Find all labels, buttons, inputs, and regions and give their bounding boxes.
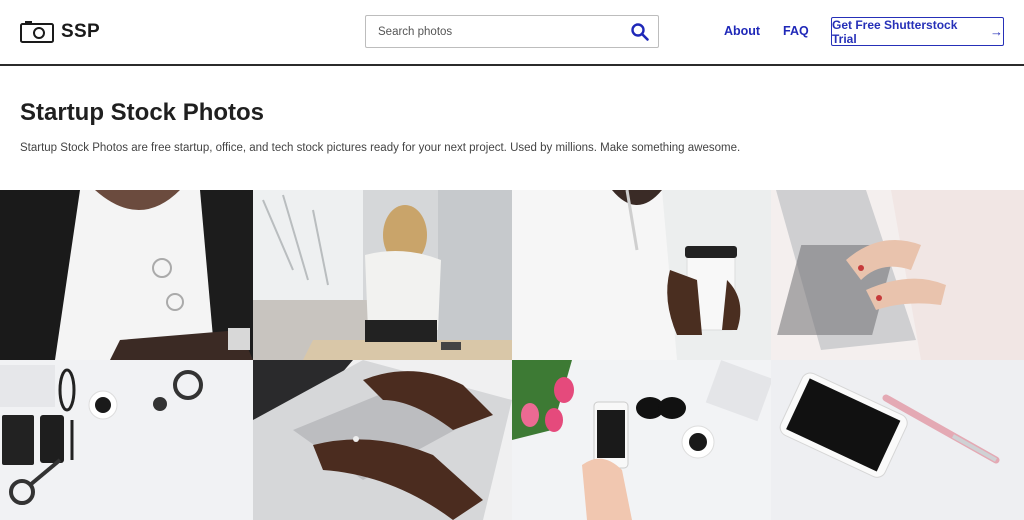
photo-laptop-typing[interactable] [771, 190, 1024, 360]
photo-desk-flatlay[interactable] [0, 360, 253, 520]
photo-phone-tulips[interactable] [512, 360, 771, 520]
photo-phone-pen[interactable] [771, 360, 1024, 520]
search-icon[interactable] [630, 22, 650, 42]
camera-icon [20, 21, 54, 43]
nav-about-link[interactable]: About [724, 24, 760, 38]
photo-woman-blazer[interactable] [0, 190, 253, 360]
logo-text: SSP [61, 20, 100, 42]
photo-grid [0, 190, 1024, 520]
page-description: Startup Stock Photos are free startup, o… [20, 142, 741, 154]
arrow-right-icon: → [990, 24, 1003, 39]
shutterstock-trial-button[interactable]: Get Free Shutterstock Trial → [831, 17, 1004, 46]
cta-label: Get Free Shutterstock Trial [832, 17, 958, 46]
photo-coffee-cup[interactable] [512, 190, 771, 360]
search-input[interactable] [366, 16, 616, 47]
site-header: SSP About FAQ Get Free Shutterstock Tria… [0, 0, 1024, 66]
search-bar [365, 15, 659, 48]
photo-woman-window[interactable] [253, 190, 512, 360]
page-title: Startup Stock Photos [20, 99, 265, 126]
photo-hands-laptop[interactable] [253, 360, 512, 520]
nav-faq-link[interactable]: FAQ [783, 24, 809, 38]
logo-link[interactable]: SSP [20, 20, 100, 43]
